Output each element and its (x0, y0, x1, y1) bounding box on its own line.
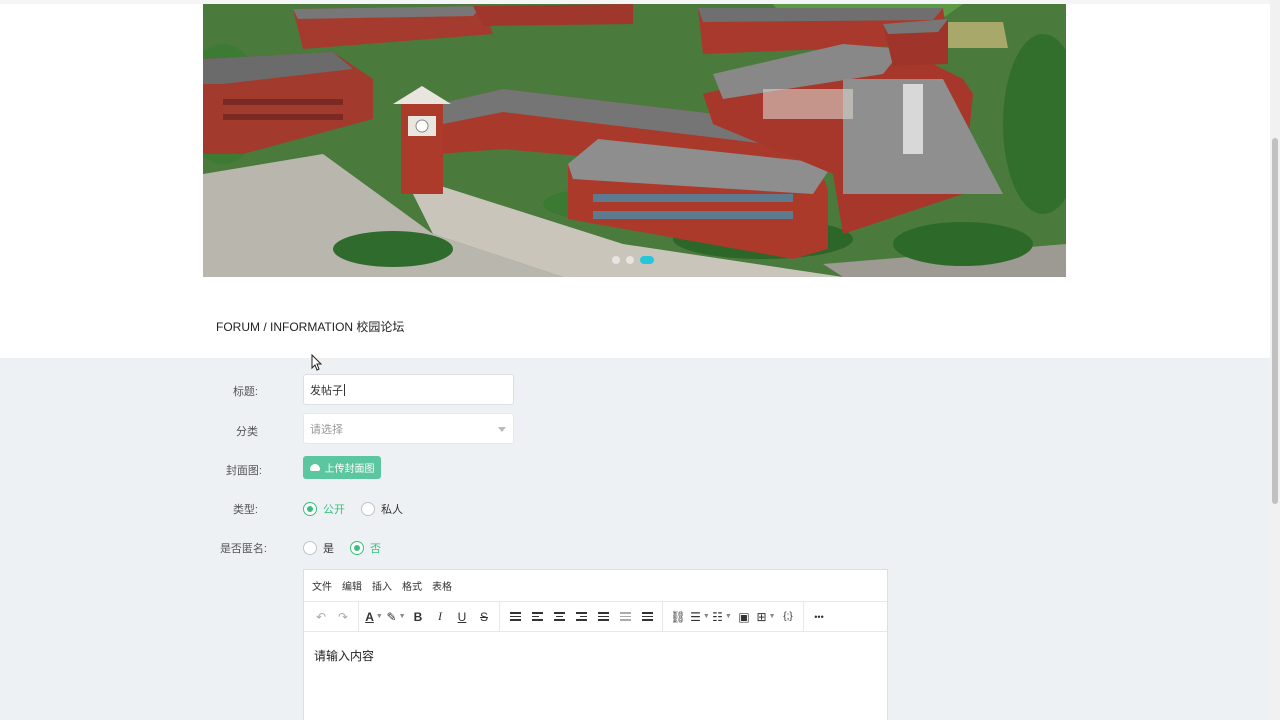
type-radio-private[interactable]: 私人 (361, 501, 403, 517)
anonymous-option-label: 否 (370, 543, 381, 555)
radio-unchecked-icon (303, 541, 317, 555)
category-label: 分类 (236, 426, 258, 438)
menu-table[interactable]: 表格 (432, 578, 452, 593)
type-label: 类型: (232, 504, 258, 516)
image-icon[interactable]: ▣ (733, 606, 755, 628)
anonymous-radio-no[interactable]: 否 (350, 540, 381, 556)
title-label: 标题: (232, 386, 258, 398)
banner-carousel[interactable] (203, 4, 1066, 277)
anonymous-label: 是否匿名: (219, 543, 267, 555)
menu-edit[interactable]: 编辑 (342, 578, 362, 593)
category-select[interactable]: 请选择 (303, 413, 514, 444)
link-icon[interactable]: ⛓ (667, 606, 689, 628)
code-icon[interactable]: {;} (777, 606, 799, 628)
type-option-label: 私人 (381, 504, 403, 516)
highlight-icon[interactable]: ✎ ▼ (385, 606, 407, 628)
section-title: FORUM / INFORMATION 校园论坛 (216, 320, 405, 334)
bold-icon[interactable]: B (407, 606, 429, 628)
editor-toolbar: ↶ ↷ A ▼ ✎ ▼ B I U S ⛓ ☰ ▼ ☷ ▼ ▣ ⊞ ▼ {;} ••• (304, 601, 887, 632)
menu-insert[interactable]: 插入 (372, 578, 392, 593)
radio-checked-icon (303, 502, 317, 516)
menu-format[interactable]: 格式 (402, 578, 422, 593)
menu-file[interactable]: 文件 (312, 578, 332, 593)
type-radio-group: 公开 私人 (303, 501, 419, 517)
toolbar-divider (358, 601, 359, 632)
align-right-icon[interactable] (570, 606, 592, 628)
numbered-list-icon[interactable]: ☷ ▼ (711, 606, 733, 628)
scrollbar-thumb[interactable] (1272, 138, 1278, 504)
align-justify-icon[interactable] (592, 606, 614, 628)
bullet-list-icon[interactable]: ☰ ▼ (689, 606, 711, 628)
cover-label: 封面图: (225, 465, 262, 477)
carousel-dot[interactable] (626, 256, 634, 264)
type-radio-public[interactable]: 公开 (303, 501, 345, 517)
indent-icon[interactable] (636, 606, 658, 628)
page-scrollbar[interactable] (1270, 0, 1280, 720)
title-input-value: 发帖子 (310, 384, 343, 397)
line-height-icon[interactable] (504, 606, 526, 628)
toolbar-divider (499, 601, 500, 632)
carousel-dot[interactable] (612, 256, 620, 264)
more-icon[interactable]: ••• (808, 606, 830, 628)
align-left-icon[interactable] (526, 606, 548, 628)
title-input[interactable]: 发帖子 (303, 374, 514, 405)
strikethrough-icon[interactable]: S (473, 606, 495, 628)
redo-icon[interactable]: ↷ (332, 606, 354, 628)
table-icon[interactable]: ⊞ ▼ (755, 606, 777, 628)
align-center-icon[interactable] (548, 606, 570, 628)
cloud-upload-icon (309, 464, 320, 471)
chevron-down-icon (498, 427, 506, 432)
carousel-dot-active[interactable] (640, 256, 654, 264)
editor-placeholder: 请输入内容 (314, 649, 375, 663)
toolbar-divider (803, 601, 804, 632)
radio-unchecked-icon (361, 502, 375, 516)
rich-text-editor: 文件 编辑 插入 格式 表格 ↶ ↷ A ▼ ✎ ▼ B I U S ⛓ ☰ ▼ ☷ ▼… (303, 569, 888, 720)
text-color-icon[interactable]: A ▼ (363, 606, 385, 628)
category-placeholder: 请选择 (310, 423, 343, 436)
toolbar-divider (662, 601, 663, 632)
type-option-label: 公开 (323, 504, 345, 516)
upload-cover-label: 上传封面图 (324, 464, 375, 475)
editor-content[interactable]: 请输入内容 (304, 632, 887, 679)
anonymous-radio-yes[interactable]: 是 (303, 540, 334, 556)
radio-checked-icon (350, 541, 364, 555)
italic-icon[interactable]: I (429, 606, 451, 628)
campus-photo (203, 4, 1066, 277)
text-caret (344, 383, 345, 396)
undo-icon[interactable]: ↶ (310, 606, 332, 628)
editor-menubar: 文件 编辑 插入 格式 表格 (304, 570, 887, 602)
underline-icon[interactable]: U (451, 606, 473, 628)
upload-cover-button[interactable]: 上传封面图 (303, 456, 381, 479)
carousel-dots (612, 256, 654, 264)
anonymous-option-label: 是 (323, 543, 334, 555)
mouse-cursor-icon (311, 354, 323, 371)
outdent-icon[interactable] (614, 606, 636, 628)
anonymous-radio-group: 是 否 (303, 540, 397, 556)
